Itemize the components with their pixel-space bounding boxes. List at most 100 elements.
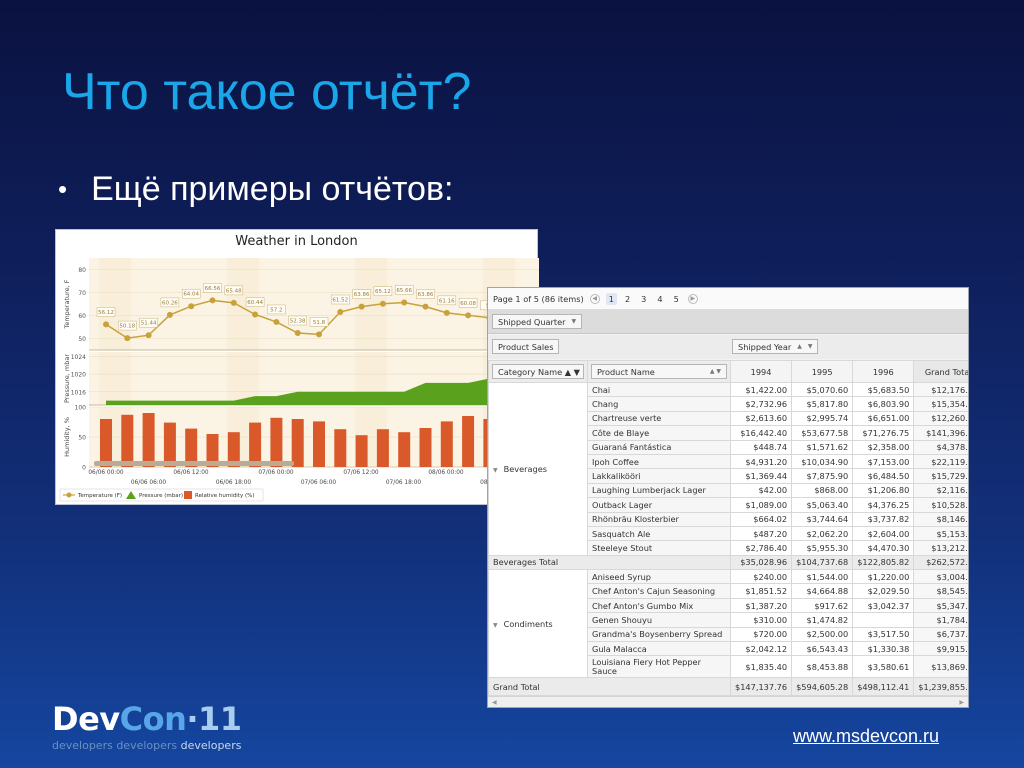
page-1-button[interactable]: 1 xyxy=(605,292,617,305)
value-cell: $141,396.73 xyxy=(913,425,968,441)
column-header-1995[interactable]: 1995 xyxy=(791,360,854,383)
pager-status: Page 1 of 5 (86 items) xyxy=(493,293,584,304)
data-field-label: Product Sales xyxy=(498,341,554,352)
data-label: 60.44 xyxy=(247,300,263,306)
row-field-category-name[interactable]: Category Name ▲ ▼ xyxy=(492,364,584,379)
column-field-shipped-year[interactable]: Shipped Year ▲ ▼ xyxy=(732,339,819,354)
value-cell: $16,442.40 xyxy=(729,425,793,441)
value-cell: $6,651.00 xyxy=(852,410,915,427)
category-label: Condiments xyxy=(503,618,553,629)
filter-icon[interactable]: ▼ xyxy=(808,343,813,350)
y-axis-label: Humidity, % xyxy=(63,417,71,457)
value-cell: $53,677.58 xyxy=(791,425,854,441)
data-label: 61.16 xyxy=(439,298,455,304)
data-column-zone: Product Sales Shipped Year ▲ ▼ xyxy=(488,335,968,359)
data-label: 60.08 xyxy=(460,301,476,307)
value-cell: $1,851.52 xyxy=(729,583,793,599)
page-2-button[interactable]: 2 xyxy=(622,293,633,305)
humidity-bar xyxy=(121,414,134,467)
humidity-bar xyxy=(334,429,347,467)
total-value-cell: $122,805.82 xyxy=(852,554,915,571)
chart-scrollbar-thumb xyxy=(94,461,294,466)
data-field-product-sales[interactable]: Product Sales xyxy=(492,339,560,354)
pager: Page 1 of 5 (86 items) ◀ 12345 ▶ xyxy=(488,288,968,310)
value-cell: $1,369.44 xyxy=(729,468,793,484)
bullet-item: • Ещё примеры отчётов: xyxy=(58,170,453,209)
prev-page-icon[interactable]: ◀ xyxy=(589,293,600,304)
value-cell: $71,276.75 xyxy=(852,425,915,441)
x-tick-label: 06/06 06:00 xyxy=(131,480,167,486)
humidity-bar xyxy=(100,419,112,467)
data-label: 63.86 xyxy=(418,292,434,298)
horizontal-scrollbar[interactable]: ◀ ▶ xyxy=(488,696,968,707)
scroll-right-icon[interactable]: ▶ xyxy=(959,699,964,706)
product-name-cell: Chartreuse verte xyxy=(587,410,731,427)
column-header-1994[interactable]: 1994 xyxy=(729,360,793,383)
data-label: 66.56 xyxy=(205,286,221,292)
value-cell: $310.00 xyxy=(729,612,793,628)
value-cell: $1,571.62 xyxy=(791,439,854,455)
chart-title: Weather in London xyxy=(235,234,358,249)
value-cell: $7,153.00 xyxy=(852,453,915,470)
filter-icon[interactable]: ▼ xyxy=(572,318,577,325)
value-cell: $2,042.12 xyxy=(729,641,793,657)
value-cell: $2,500.00 xyxy=(791,626,854,643)
product-name-cell: Aniseed Syrup xyxy=(587,569,731,585)
product-name-cell: Ipoh Coffee xyxy=(587,453,731,470)
x-tick-label: 06/06 00:00 xyxy=(88,470,124,476)
temperature-point xyxy=(273,318,280,325)
temperature-point xyxy=(316,331,322,338)
column-header-1996[interactable]: 1996 xyxy=(852,360,915,383)
column-header-grand-total[interactable]: Grand Total xyxy=(913,360,968,383)
value-cell: $3,517.50 xyxy=(852,626,915,643)
filter-field-shipped-quarter[interactable]: Shipped Quarter ▼ xyxy=(492,314,583,329)
total-value-cell: $104,737.68 xyxy=(791,554,854,571)
legend-label: Relative humidity (%) xyxy=(195,493,254,499)
row-field-product-name[interactable]: Product Name ▲ ▼ xyxy=(591,364,727,379)
value-cell: $4,931.20 xyxy=(729,453,793,470)
temperature-point xyxy=(166,311,173,318)
temperature-point xyxy=(145,332,152,339)
collapse-icon[interactable]: ▼ xyxy=(493,622,498,629)
scroll-left-icon[interactable]: ◀ xyxy=(492,699,497,706)
product-name-cell: Lakkalikööri xyxy=(587,468,731,484)
tagline-faded: developers developers xyxy=(52,739,181,752)
collapse-icon[interactable]: ▼ xyxy=(493,467,498,474)
product-name-cell: Gula Malacca xyxy=(587,641,731,657)
value-cell: $8,545.90 xyxy=(913,583,968,599)
value-cell: $4,376.25 xyxy=(852,497,915,513)
product-name-cell: Côte de Blaye xyxy=(587,425,731,441)
page-3-button[interactable]: 3 xyxy=(638,293,649,305)
data-label: 60.26 xyxy=(162,300,178,306)
value-cell: $917.62 xyxy=(791,597,854,614)
value-cell: $12,260.34 xyxy=(913,410,968,427)
data-label: 63.86 xyxy=(354,292,370,298)
value-cell: $2,786.40 xyxy=(729,540,793,556)
category-cell[interactable]: ▼ Beverages xyxy=(488,382,588,556)
temperature-point xyxy=(443,309,450,316)
page-5-button[interactable]: 5 xyxy=(671,293,682,305)
legend-humidity-icon xyxy=(184,491,192,499)
value-cell: $15,729.84 xyxy=(913,468,968,484)
column-header-row: Category Name ▲ ▼ Product Name ▲ ▼ 1994 1995… xyxy=(488,360,968,383)
value-cell: $3,042.37 xyxy=(852,597,915,614)
x-tick-label: 06/06 12:00 xyxy=(173,470,209,476)
humidity-bar xyxy=(249,422,262,467)
temperature-point xyxy=(230,299,237,306)
temperature-point xyxy=(209,297,216,304)
value-cell: $42.00 xyxy=(729,482,793,499)
page-4-button[interactable]: 4 xyxy=(654,293,665,305)
x-tick-label: 07/06 00:00 xyxy=(258,470,294,476)
website-link[interactable]: www.msdevcon.ru xyxy=(793,726,939,747)
next-page-icon[interactable]: ▶ xyxy=(687,293,698,304)
product-name-cell: Genen Shouyu xyxy=(587,612,731,628)
tagline-bright: developers xyxy=(180,739,242,752)
product-name-cell: Louisiana Fiery Hot Pepper Sauce xyxy=(587,655,731,679)
sort-asc-icon[interactable]: ▲ xyxy=(797,343,802,350)
category-cell[interactable]: ▼ Condiments xyxy=(488,569,588,679)
legend-label: Pressure (mbar) xyxy=(139,493,183,499)
data-label: 65.48 xyxy=(226,288,242,294)
value-cell: $2,062.20 xyxy=(791,525,854,542)
grand-total-value-cell: $1,239,855.45 xyxy=(913,677,968,697)
y-tick-label: 50 xyxy=(78,336,86,343)
